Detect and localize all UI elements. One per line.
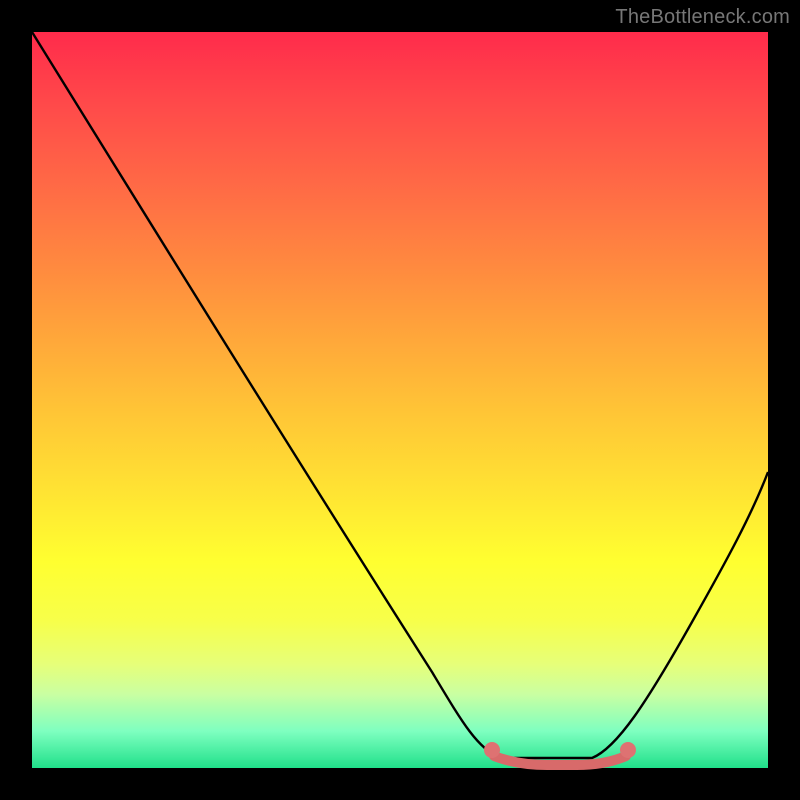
watermark-text: TheBottleneck.com [615, 6, 790, 29]
minimum-start-dot [484, 742, 500, 758]
chart-svg [32, 32, 768, 768]
chart-frame: TheBottleneck.com [0, 0, 800, 800]
minimum-end-dot [620, 742, 636, 758]
bottleneck-curve-line [32, 32, 768, 758]
